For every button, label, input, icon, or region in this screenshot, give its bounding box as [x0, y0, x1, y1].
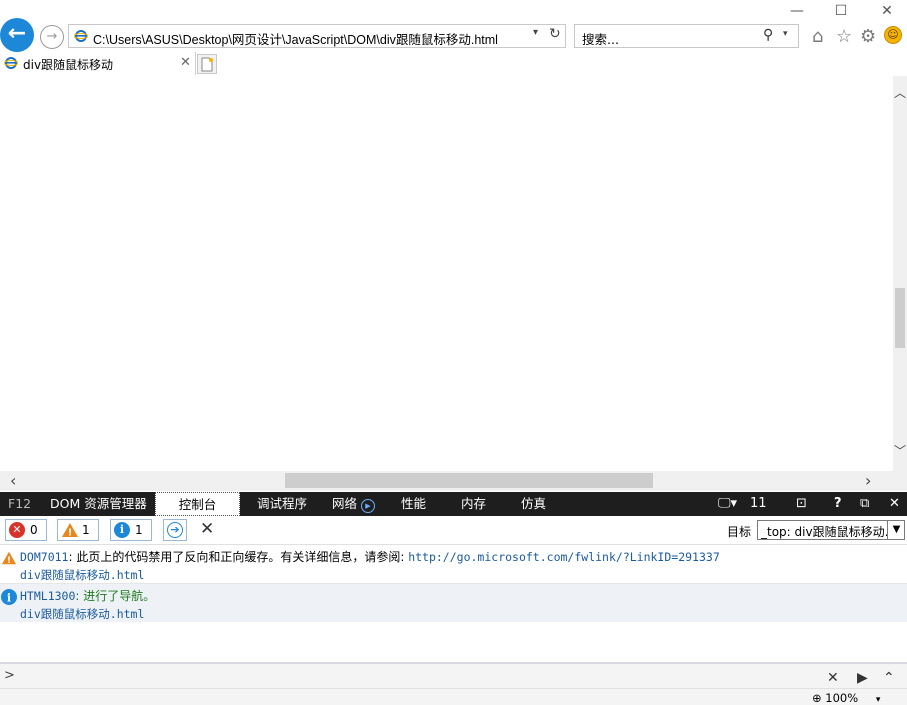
message-code: HTML1300 [20, 589, 76, 603]
tab-title: div跟随鼠标移动 [23, 58, 114, 72]
console-toggle-icon[interactable]: ⊡ [796, 492, 807, 516]
new-tab-button[interactable] [197, 54, 217, 74]
close-window-button[interactable]: ✕ [864, 0, 907, 22]
tab-emulation[interactable]: 仿真 [513, 492, 554, 516]
console-prompt: > [4, 668, 15, 683]
scroll-right-icon[interactable]: › [865, 471, 871, 490]
message-text: : 进行了导航。 [75, 589, 156, 603]
zoom-icon: ⊕ [812, 691, 822, 705]
settings-gear-icon[interactable]: ⚙ [860, 26, 876, 47]
error-icon: ✕ [9, 522, 25, 538]
console-input-area[interactable]: > ✕ ▶ ⌃ [0, 662, 907, 690]
new-tab-icon [201, 57, 213, 72]
target-select-value: _top: div跟随鼠标移动.h [761, 525, 896, 539]
maximize-button[interactable]: ☐ [818, 0, 864, 22]
minimize-button[interactable]: — [774, 0, 820, 22]
address-bar[interactable]: C:\Users\ASUS\Desktop\网页设计\JavaScript\DO… [68, 24, 566, 48]
devtools-close-icon[interactable]: ✕ [889, 492, 900, 516]
navigate-icon: ➔ [167, 522, 183, 538]
address-text[interactable]: C:\Users\ASUS\Desktop\网页设计\JavaScript\DO… [93, 29, 498, 48]
tab-network-label: 网络 [332, 496, 358, 511]
search-icon[interactable]: ⚲ [763, 27, 773, 43]
run-script-icon[interactable]: ▶ [857, 670, 868, 686]
clear-on-navigate-button[interactable]: ➔ [163, 519, 187, 541]
devtools-f12-label: F12 [8, 496, 32, 511]
help-icon[interactable]: ? [834, 492, 842, 516]
browser-tab[interactable]: div跟随鼠标移动 ✕ [0, 52, 196, 75]
forward-button[interactable]: → [40, 25, 64, 49]
undock-icon[interactable]: ⧉ [860, 492, 869, 516]
ie-page-icon [74, 30, 88, 42]
favorites-star-icon[interactable]: ☆ [836, 26, 852, 47]
vertical-scroll-thumb[interactable] [895, 288, 905, 348]
document-mode[interactable]: 11 [750, 492, 767, 516]
warning-icon: ! [62, 523, 78, 539]
zoom-level[interactable]: ⊕ 100% ▾ [812, 691, 880, 705]
info-icon: i [1, 589, 17, 605]
vertical-scrollbar[interactable]: ︿ ﹀ [893, 76, 907, 471]
svg-text:!: ! [68, 528, 73, 539]
page-content[interactable] [0, 76, 893, 471]
zoom-value: 100% [825, 691, 859, 705]
message-link[interactable]: http://go.microsoft.com/fwlink/?LinkID=2… [408, 550, 720, 564]
horizontal-scroll-thumb[interactable] [285, 473, 653, 488]
horizontal-scrollbar[interactable]: ‹ › [0, 471, 907, 491]
browser-title-bar: — ☐ ✕ ← → C:\Users\ASUS\Desktop\网页设计\Jav… [0, 0, 907, 76]
tab-performance[interactable]: 性能 [393, 492, 434, 516]
address-dropdown-icon[interactable]: ▾ [533, 27, 538, 38]
info-filter-button[interactable]: i 1 [110, 519, 152, 541]
monitor-icon[interactable]: 🖵▾ [718, 492, 737, 516]
scroll-up-icon[interactable]: ︿ [893, 84, 907, 101]
errors-filter-button[interactable]: ✕ 0 [5, 519, 47, 541]
svg-text:i: i [7, 592, 11, 605]
search-box[interactable]: 搜索... ⚲ ▾ [574, 24, 799, 48]
target-select[interactable]: _top: div跟随鼠标移动.h ▼ [757, 520, 905, 540]
message-text: : 此页上的代码禁用了反向和正向缓存。有关详细信息，请参阅: [68, 550, 409, 564]
scroll-left-icon[interactable]: ‹ [10, 471, 16, 490]
message-source-link[interactable]: div跟随鼠标移动.html [20, 567, 144, 583]
refresh-icon[interactable]: ↻ [549, 26, 561, 42]
tab-debugger[interactable]: 调试程序 [249, 492, 315, 516]
feedback-smiley-icon[interactable]: ☺ [884, 26, 902, 44]
errors-count: 0 [30, 523, 38, 537]
tab-dom-explorer[interactable]: DOM 资源管理器 [42, 492, 155, 516]
search-dropdown-icon[interactable]: ▾ [783, 29, 788, 39]
devtools-tab-bar: F12 DOM 资源管理器 控制台 调试程序 网络 ▶ 性能 内存 仿真 🖵▾ … [0, 492, 907, 516]
info-count: 1 [135, 523, 143, 537]
tab-close-icon[interactable]: ✕ [180, 55, 191, 70]
scroll-down-icon[interactable]: ﹀ [893, 442, 907, 459]
tab-network[interactable]: 网络 ▶ [324, 492, 383, 516]
ie-tab-icon [4, 57, 18, 69]
back-button[interactable]: ← [0, 18, 34, 52]
warnings-count: 1 [82, 523, 90, 537]
message-code: DOM7011 [20, 550, 69, 564]
home-icon[interactable]: ⌂ [812, 26, 823, 47]
status-bar: ⊕ 100% ▾ [0, 688, 907, 705]
console-toolbar: ✕ 0 ! 1 i 1 ➔ ✕ 目标 _top: div跟随鼠标移动.h ▼ [0, 516, 907, 545]
console-message-warning[interactable]: ! DOM7011: 此页上的代码禁用了反向和正向缓存。有关详细信息，请参阅: … [0, 545, 907, 584]
console-output-area [0, 622, 907, 662]
record-play-icon: ▶ [361, 499, 375, 513]
search-input[interactable]: 搜索... [582, 29, 619, 48]
warning-icon: ! [1, 551, 17, 566]
message-source-link[interactable]: div跟随鼠标移动.html [20, 606, 144, 622]
clear-console-icon[interactable]: ✕ [200, 519, 214, 539]
expand-multiline-icon[interactable]: ⌃ [883, 670, 895, 686]
info-icon: i [114, 522, 130, 538]
svg-text:!: ! [7, 556, 11, 566]
target-label: 目标 [727, 525, 752, 539]
clear-input-icon[interactable]: ✕ [827, 670, 839, 686]
warnings-filter-button[interactable]: ! 1 [57, 519, 99, 541]
chevron-down-icon[interactable]: ▼ [887, 521, 904, 539]
tab-memory[interactable]: 内存 [453, 492, 494, 516]
tab-console[interactable]: 控制台 [155, 492, 240, 516]
console-message-info[interactable]: i HTML1300: 进行了导航。 div跟随鼠标移动.html [0, 584, 907, 623]
